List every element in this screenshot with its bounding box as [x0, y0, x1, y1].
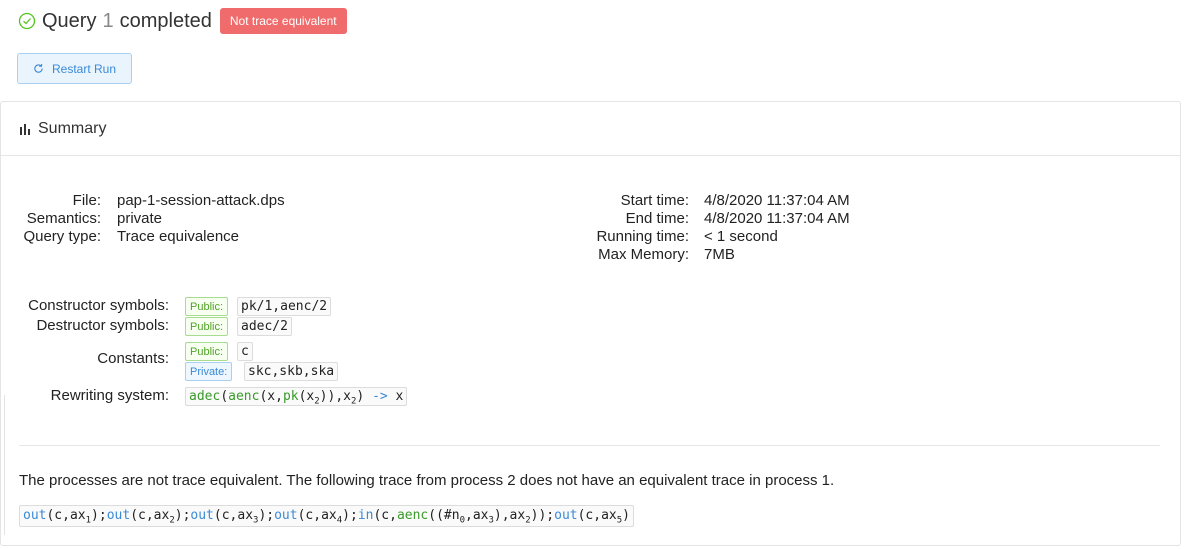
semantics-label: Semantics:	[26, 210, 101, 227]
constants-public-value: c	[237, 342, 253, 361]
constructor-label: Constructor symbols:	[28, 297, 169, 314]
query-type-value: Trace equivalence	[117, 228, 240, 245]
completed-word: completed	[119, 9, 212, 32]
query-number: 1	[102, 9, 114, 32]
destructor-label: Destructor symbols:	[36, 317, 169, 334]
query-word: Query	[42, 9, 97, 32]
summary-header: Summary	[1, 102, 1180, 156]
constants-private-tag: Private:	[185, 362, 233, 381]
running-time-value: < 1 second	[704, 228, 778, 245]
destructor-public-tag: Public:	[185, 317, 229, 336]
file-value: pap-1-session-attack.dps	[117, 192, 285, 209]
constants-label: Constants:	[97, 350, 169, 367]
result-description: The processes are not trace equivalent. …	[19, 472, 835, 489]
left-edge-bar	[0, 395, 5, 535]
semantics-value: private	[117, 210, 163, 227]
start-time-label: Start time:	[620, 192, 689, 209]
end-time-value: 4/8/2020 11:37:04 AM	[704, 210, 850, 227]
end-time-label: End time:	[625, 210, 689, 227]
constructor-public-tag: Public:	[185, 297, 229, 316]
file-label: File:	[72, 192, 101, 209]
running-time-label: Running time:	[596, 228, 689, 245]
bar-chart-icon	[20, 123, 30, 135]
destructor-value: adec/2	[237, 317, 292, 336]
summary-panel: Summary File: pap-1-session-attack.dps S…	[0, 101, 1181, 546]
rewriting-rule: adec(aenc(x,pk(x2)),x2) -> x	[185, 387, 408, 407]
constants-public-tag: Public:	[185, 342, 229, 361]
divider	[19, 445, 1160, 446]
query-title: Query 1 completed	[42, 10, 212, 33]
status-badge: Not trace equivalent	[219, 8, 347, 34]
check-circle-icon	[18, 12, 36, 30]
max-memory-label: Max Memory:	[598, 246, 689, 263]
query-header: Query 1 completed Not trace equivalent	[18, 6, 347, 36]
summary-title: Summary	[38, 119, 107, 137]
restart-run-label: Restart Run	[51, 61, 117, 76]
constructor-value: pk/1,aenc/2	[237, 297, 332, 316]
constants-private-value: skc,skb,ska	[244, 362, 339, 381]
max-memory-value: 7MB	[704, 246, 735, 263]
start-time-value: 4/8/2020 11:37:04 AM	[704, 192, 850, 209]
query-type-label: Query type:	[23, 228, 101, 245]
restart-run-button[interactable]: Restart Run	[17, 53, 132, 84]
attack-trace: out(c,ax1);out(c,ax2);out(c,ax3);out(c,a…	[19, 505, 634, 527]
rewriting-label: Rewriting system:	[50, 387, 169, 404]
refresh-icon	[34, 63, 43, 73]
